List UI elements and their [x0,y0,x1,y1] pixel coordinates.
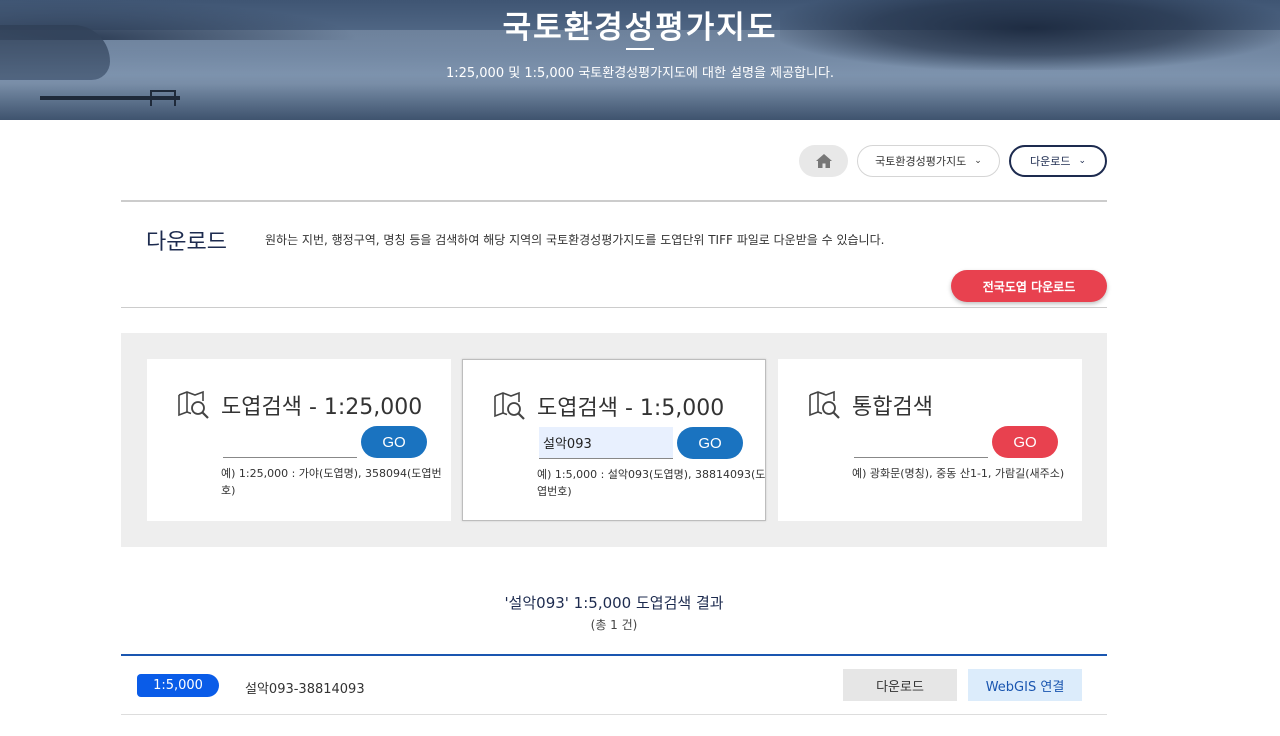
search-hint: 예) 1:5,000 : 설악093(도엽명), 38814093(도엽번호) [537,468,766,498]
search-card-integrated: 통합검색 GO 예) 광화문(명칭), 중동 산1-1, 가람길(새주소) [778,359,1082,521]
search-hint: 예) 광화문(명칭), 중동 산1-1, 가람길(새주소) [852,467,1065,480]
search-input-integrated[interactable] [854,426,988,458]
nav-map-dropdown[interactable]: 국토환경성평가지도 ⌄ [857,145,1000,177]
search-input-5000[interactable] [539,427,673,459]
scale-badge: 1:5,000 [137,674,219,697]
banner-title: 국토환경성평가지도 [502,10,778,46]
card-header: 도엽검색 - 1:25,000 [177,389,422,421]
chevron-down-icon: ⌄ [1078,156,1087,166]
all-download-button[interactable]: 전국도엽 다운로드 [951,270,1107,302]
result-count: (총 1 건) [590,618,638,632]
map-search-icon [178,390,209,419]
divider [121,307,1107,308]
result-divider [121,654,1107,656]
card-title: 통합검색 [852,395,933,420]
result-name: 설악093-38814093 [245,682,365,697]
card-header: 통합검색 [808,389,933,421]
page-title: 다운로드 [146,230,227,255]
go-button[interactable]: GO [992,426,1058,458]
home-icon [815,154,832,168]
search-card-5000: 도엽검색 - 1:5,000 GO 예) 1:5,000 : 설악093(도엽명… [462,359,766,521]
go-button[interactable]: GO [361,426,427,458]
map-search-icon [809,390,840,419]
search-input-25000[interactable] [223,426,357,458]
nav-map-label: 국토환경성평가지도 [875,155,967,168]
go-button[interactable]: GO [677,427,743,459]
divider [121,200,1107,202]
page-banner: 국토환경성평가지도 1:25,000 및 1:5,000 국토환경성평가지도에 … [0,0,1280,120]
search-hint: 예) 1:25,000 : 가야(도엽명), 358094(도엽번호) [221,467,442,497]
result-title: '설악093' 1:5,000 도엽검색 결과 [504,594,724,612]
page-description: 원하는 지번, 행정구역, 명칭 등을 검색하여 해당 지역의 국토환경성평가지… [265,233,885,247]
result-download-button[interactable]: 다운로드 [843,669,957,701]
webgis-link-button[interactable]: WebGIS 연결 [968,669,1082,701]
nav-download-label: 다운로드 [1029,155,1071,168]
search-card-25000: 도엽검색 - 1:25,000 GO 예) 1:25,000 : 가야(도엽명)… [147,359,451,521]
card-title: 도엽검색 - 1:25,000 [221,395,423,420]
banner-pier-post [150,90,176,106]
banner-subtitle: 1:25,000 및 1:5,000 국토환경성평가지도에 대한 설명을 제공합… [445,66,835,81]
home-button[interactable] [799,145,848,177]
card-title: 도엽검색 - 1:5,000 [537,396,725,421]
result-bottom-divider [121,714,1107,715]
map-search-icon [494,391,525,420]
card-header: 도엽검색 - 1:5,000 [493,390,724,422]
nav-download-dropdown[interactable]: 다운로드 ⌄ [1009,145,1107,177]
chevron-down-icon: ⌄ [974,156,982,166]
banner-divider [626,48,654,50]
